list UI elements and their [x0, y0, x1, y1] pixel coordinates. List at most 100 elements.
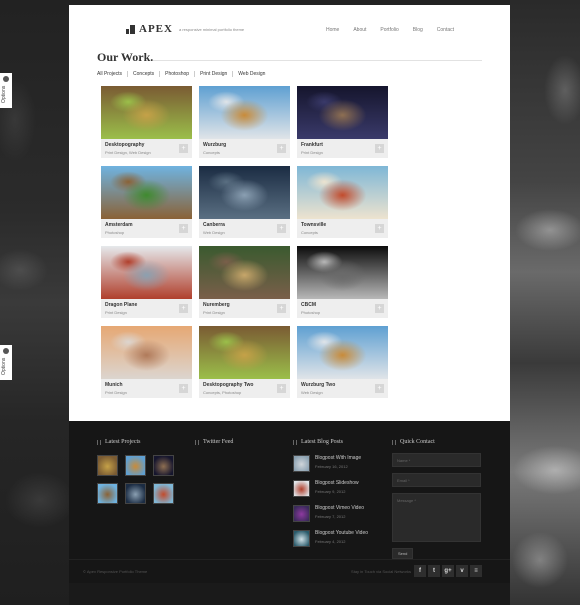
portfolio-item[interactable]: Desktopography Print Design, Web Design +	[101, 86, 192, 158]
social-links: f t g+ v ≡	[414, 565, 482, 577]
nav-home[interactable]: Home	[326, 27, 339, 33]
portfolio-item-title[interactable]: Wurzburg Two	[301, 382, 384, 388]
latest-project-thumbnail[interactable]	[153, 483, 174, 504]
send-button[interactable]: Send	[392, 548, 414, 559]
portfolio-item-categories: Print Design, Web Design	[105, 150, 151, 155]
portfolio-item[interactable]: Amsterdam Photoshop +	[101, 166, 192, 238]
blog-post-title[interactable]: Blogpost Slideshow	[315, 480, 359, 486]
blog-post-item[interactable]: Blogpost With Image February 16, 2012	[293, 455, 368, 472]
nav-about[interactable]: About	[353, 27, 366, 33]
twitter-feed-widget: Twitter Feed	[195, 439, 233, 445]
portfolio-thumbnail[interactable]	[297, 86, 388, 139]
latest-project-thumbnail[interactable]	[125, 455, 146, 476]
blog-post-thumbnail[interactable]	[293, 505, 310, 522]
latest-projects-widget: Latest Projects	[97, 439, 174, 504]
bars-icon	[97, 439, 101, 445]
filter-concepts[interactable]: Concepts	[133, 71, 154, 77]
plus-icon[interactable]: +	[277, 224, 286, 233]
filter-divider	[159, 71, 161, 77]
plus-icon[interactable]: +	[179, 304, 188, 313]
nav-portfolio[interactable]: Portfolio	[380, 27, 398, 33]
blog-post-title[interactable]: Blogpost Vimeo Video	[315, 505, 364, 511]
vimeo-icon[interactable]: v	[456, 565, 468, 577]
plus-icon[interactable]: +	[375, 144, 384, 153]
options-tab-bottom[interactable]: Options	[0, 345, 12, 380]
portfolio-item[interactable]: Canberra Web Design +	[199, 166, 290, 238]
portfolio-item-title[interactable]: CBCM	[301, 302, 384, 308]
blog-post-item[interactable]: Blogpost Slideshow February 9, 2012	[293, 480, 368, 497]
name-field[interactable]: Name *	[392, 453, 481, 467]
portfolio-item[interactable]: Dragon Plane Print Design +	[101, 246, 192, 318]
portfolio-thumbnail[interactable]	[199, 246, 290, 299]
header: APEX a responsive minimal portfolio them…	[97, 5, 482, 47]
plus-icon[interactable]: +	[375, 304, 384, 313]
portfolio-thumbnail[interactable]	[297, 326, 388, 379]
portfolio-item[interactable]: Desktopography Two Concepts, Photoshop +	[199, 326, 290, 398]
portfolio-thumbnail[interactable]	[199, 166, 290, 219]
filter-print-design[interactable]: Print Design	[200, 71, 227, 77]
plus-icon[interactable]: +	[179, 144, 188, 153]
title-divider	[153, 60, 482, 61]
portfolio-item[interactable]: Munich Print Design +	[101, 326, 192, 398]
nav-blog[interactable]: Blog	[413, 27, 423, 33]
portfolio-item[interactable]: Wurzburg Concepts +	[199, 86, 290, 158]
portfolio-thumbnail[interactable]	[199, 326, 290, 379]
twitter-icon[interactable]: t	[428, 565, 440, 577]
portfolio-thumbnail[interactable]	[101, 326, 192, 379]
portfolio-thumbnail[interactable]	[297, 166, 388, 219]
message-field[interactable]: Message *	[392, 493, 481, 542]
portfolio-thumbnail[interactable]	[297, 246, 388, 299]
blog-post-item[interactable]: Blogpost Youtube Video February 4, 2012	[293, 530, 368, 547]
latest-project-thumbnail[interactable]	[153, 455, 174, 476]
portfolio-thumbnail[interactable]	[101, 246, 192, 299]
blog-post-date: February 7, 2012	[315, 514, 346, 519]
latest-project-thumbnail[interactable]	[125, 483, 146, 504]
portfolio-item[interactable]: Townsville Concepts +	[297, 166, 388, 238]
plus-icon[interactable]: +	[277, 304, 286, 313]
google-plus-icon[interactable]: g+	[442, 565, 454, 577]
filter-all-projects[interactable]: All Projects	[97, 71, 122, 77]
portfolio-thumbnail[interactable]	[101, 86, 192, 139]
facebook-icon[interactable]: f	[414, 565, 426, 577]
plus-icon[interactable]: +	[375, 384, 384, 393]
blog-post-thumbnail[interactable]	[293, 530, 310, 547]
portfolio-item-title[interactable]: Townsville	[301, 222, 384, 228]
blog-post-title[interactable]: Blogpost With Image	[315, 455, 361, 461]
portfolio-item-title[interactable]: Nuremberg	[203, 302, 286, 308]
blog-post-thumbnail[interactable]	[293, 480, 310, 497]
logo[interactable]: APEX	[139, 23, 173, 35]
latest-project-thumbnail[interactable]	[97, 455, 118, 476]
portfolio-grid: Desktopography Print Design, Web Design + W…	[101, 86, 388, 398]
plus-icon[interactable]: +	[277, 144, 286, 153]
blog-post-title[interactable]: Blogpost Youtube Video	[315, 530, 368, 536]
portfolio-item[interactable]: Wurzburg Two Web Design +	[297, 326, 388, 398]
email-field[interactable]: Email *	[392, 473, 481, 487]
portfolio-item-title[interactable]: Wurzburg	[203, 142, 286, 148]
filter-photoshop[interactable]: Photoshop	[165, 71, 189, 77]
options-tab-top[interactable]: Options	[0, 73, 12, 108]
portfolio-item-title[interactable]: Amsterdam	[105, 222, 188, 228]
latest-project-thumbnail[interactable]	[97, 483, 118, 504]
filter-web-design[interactable]: Web Design	[238, 71, 265, 77]
portfolio-item-title[interactable]: Desktopography Two	[203, 382, 286, 388]
logo-icon[interactable]	[126, 25, 135, 34]
portfolio-item[interactable]: Frankfurt Print Design +	[297, 86, 388, 158]
portfolio-thumbnail[interactable]	[101, 166, 192, 219]
portfolio-item[interactable]: CBCM Photoshop +	[297, 246, 388, 318]
nav-contact[interactable]: Contact	[437, 27, 454, 33]
plus-icon[interactable]: +	[179, 224, 188, 233]
latest-projects-grid	[97, 455, 174, 504]
portfolio-item-title[interactable]: Frankfurt	[301, 142, 384, 148]
portfolio-item-title[interactable]: Munich	[105, 382, 188, 388]
rss-icon[interactable]: ≡	[470, 565, 482, 577]
portfolio-item[interactable]: Nuremberg Print Design +	[199, 246, 290, 318]
portfolio-item-title[interactable]: Canberra	[203, 222, 286, 228]
plus-icon[interactable]: +	[179, 384, 188, 393]
portfolio-thumbnail[interactable]	[199, 86, 290, 139]
portfolio-item-title[interactable]: Dragon Plane	[105, 302, 188, 308]
portfolio-item-title[interactable]: Desktopography	[105, 142, 188, 148]
plus-icon[interactable]: +	[375, 224, 384, 233]
blog-post-item[interactable]: Blogpost Vimeo Video February 7, 2012	[293, 505, 368, 522]
plus-icon[interactable]: +	[277, 384, 286, 393]
blog-post-thumbnail[interactable]	[293, 455, 310, 472]
